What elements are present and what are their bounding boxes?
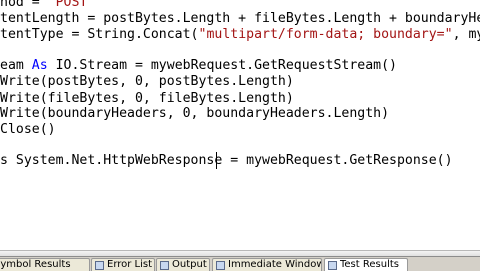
code-keyword: As <box>31 58 48 73</box>
code-line: tentType = String.Concat("multipart/form… <box>0 26 480 44</box>
code-text: eam <box>0 58 32 73</box>
code-text: Write(postBytes, 0, postBytes.Length) <box>0 74 294 89</box>
tool-window-tab-strip: Symbol Results Error List Output Immedia… <box>0 256 480 271</box>
tab-label: Symbol Results <box>0 259 71 270</box>
code-text: hod = <box>0 0 48 10</box>
code-text: tentType = String.Concat( <box>0 27 199 42</box>
code-line: Close() <box>0 121 56 139</box>
code-line: Write(postBytes, 0, postBytes.Length) <box>0 73 294 91</box>
code-text: s System.Net.HttpWebResponse = mywebRequ… <box>0 153 453 168</box>
tab-symbol-results[interactable]: Symbol Results <box>0 258 90 271</box>
immediate-window-icon <box>216 261 225 270</box>
tab-label: Test Results <box>340 259 399 270</box>
tab-label: Output <box>172 259 207 270</box>
tab-output[interactable]: Output <box>156 258 210 271</box>
text-caret <box>216 152 217 169</box>
error-list-icon <box>95 261 104 270</box>
code-string: "multipart/form-data; boundary=" <box>198 27 453 42</box>
test-results-icon <box>328 261 337 270</box>
code-text: tentLength = postBytes.Length + fileByte… <box>0 11 480 26</box>
tab-error-list[interactable]: Error List <box>91 258 155 271</box>
tab-label: Error List <box>107 259 153 270</box>
code-line: Write(boundaryHeaders, 0, boundaryHeader… <box>0 105 389 123</box>
code-text: Close() <box>0 122 56 137</box>
code-text: Write(boundaryHeaders, 0, boundaryHeader… <box>0 106 390 121</box>
tab-label: Immediate Window <box>228 259 322 270</box>
output-icon <box>160 261 169 270</box>
code-line: s System.Net.HttpWebResponse = mywebRequ… <box>0 152 453 170</box>
code-string: "POST" <box>47 0 96 10</box>
code-editor[interactable]: hod = "POST" tentLength = postBytes.Leng… <box>0 0 480 250</box>
code-text: Write(fileBytes, 0, fileBytes.Length) <box>0 91 294 106</box>
code-text: , myboundary <box>452 27 480 42</box>
tab-test-results[interactable]: Test Results <box>324 258 408 271</box>
code-text: IO.Stream = mywebRequest.GetRequestStrea… <box>47 58 397 73</box>
tab-immediate-window[interactable]: Immediate Window <box>212 258 322 271</box>
